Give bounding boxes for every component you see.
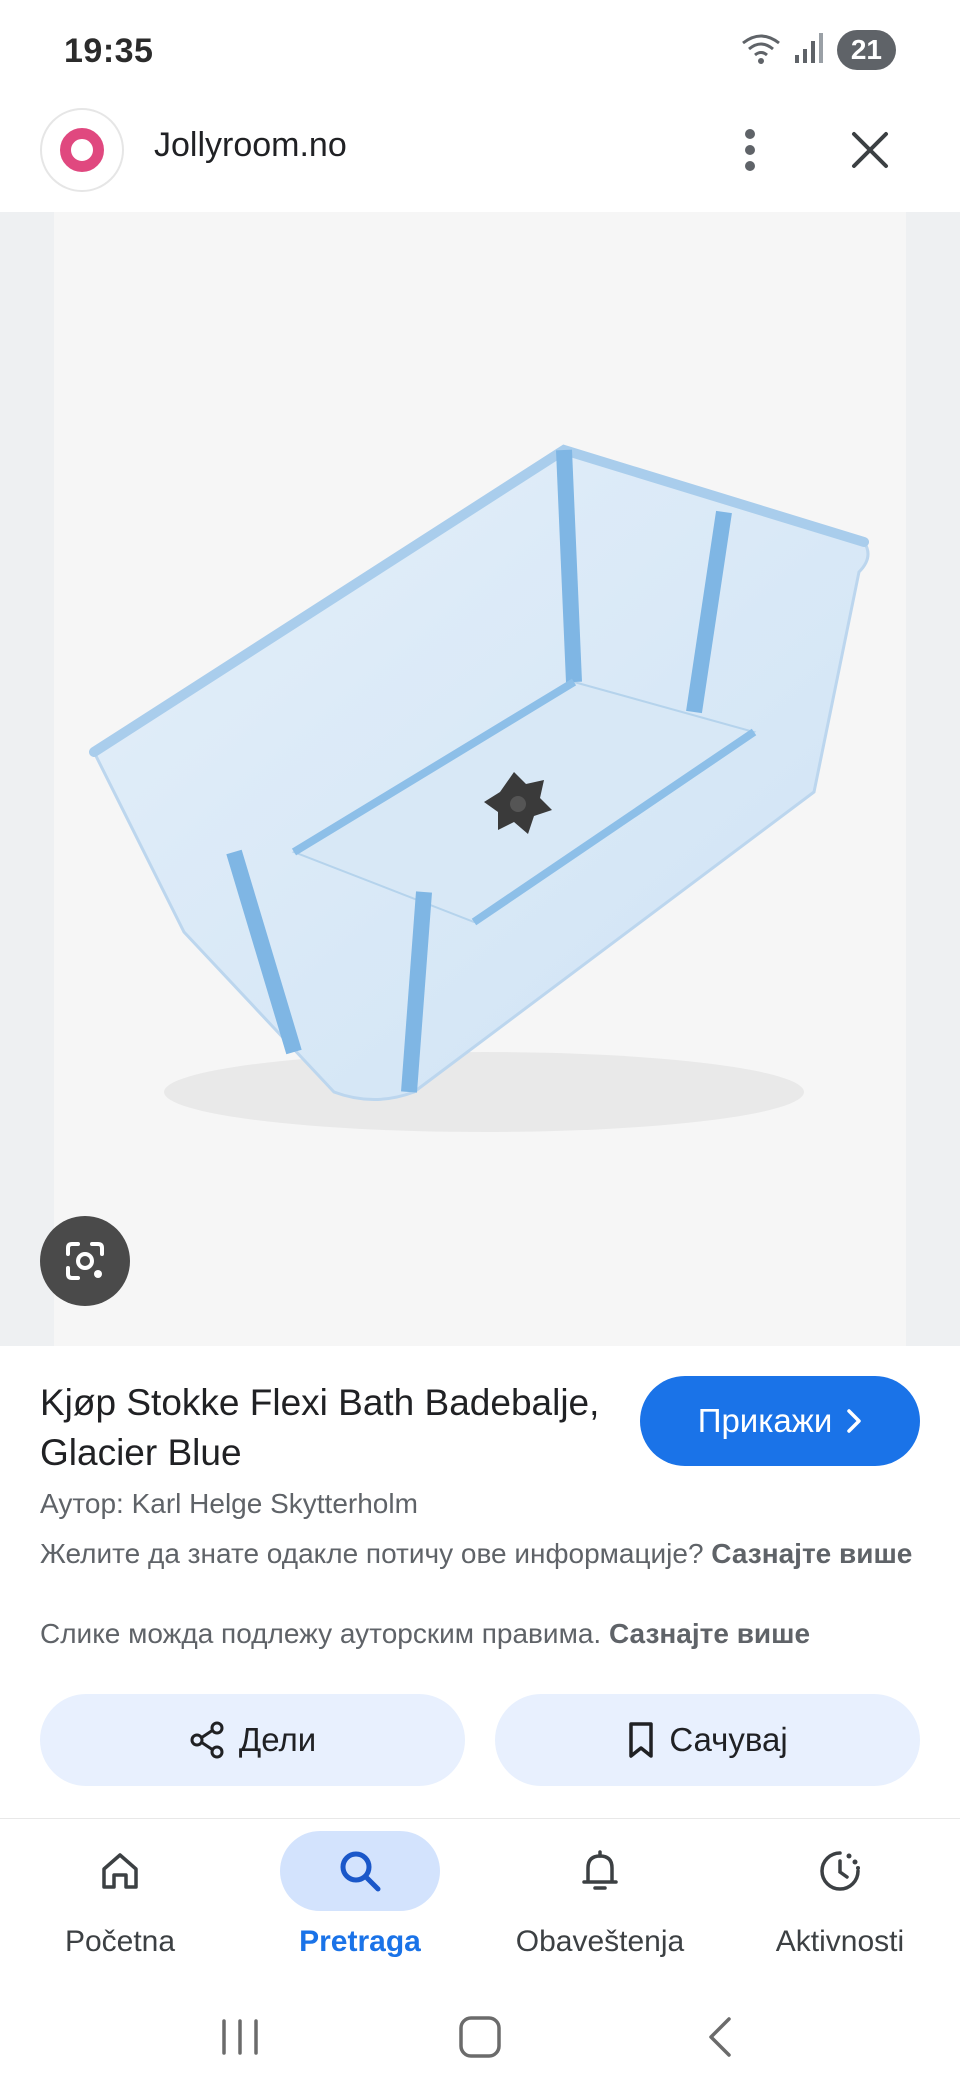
site-logo[interactable]: [40, 108, 124, 192]
home-icon: [102, 1853, 138, 1889]
copyright-notice: Слике можда подлежу ауторским правима.: [40, 1618, 602, 1649]
copyright-text: Слике можда подлежу ауторским правима. С…: [40, 1614, 920, 1654]
lens-icon: [66, 1242, 104, 1280]
bottom-nav: Početna Pretraga Obaveštenja Aktivnosti: [0, 1818, 960, 1994]
learn-more-link[interactable]: Сазнајте више: [711, 1538, 912, 1569]
nav-item-search[interactable]: Pretraga: [240, 1819, 480, 1994]
system-nav-bar: [0, 1994, 960, 2080]
battery-badge: 21: [836, 30, 896, 70]
home-square-icon: [459, 2016, 501, 2058]
image-panel: [0, 212, 960, 1346]
close-icon[interactable]: [842, 120, 898, 180]
info-question: Желите да знате одакле потичу ове информ…: [40, 1538, 704, 1569]
wifi-icon: [739, 31, 783, 70]
nav-item-notifications[interactable]: Obaveštenja: [480, 1819, 720, 1994]
activity-icon: [820, 1851, 860, 1891]
status-icons: 21: [739, 30, 896, 70]
nav-pill-notifications: [520, 1831, 680, 1911]
share-icon: [190, 1721, 224, 1759]
google-lens-button[interactable]: [40, 1216, 130, 1306]
site-name[interactable]: Jollyroom.no: [154, 126, 347, 165]
home-button[interactable]: [440, 2007, 520, 2067]
author-text: Аутор: Karl Helge Skytterholm: [40, 1488, 418, 1519]
nav-label-activity: Aktivnosti: [775, 1925, 905, 1958]
recent-apps-icon: [222, 2019, 258, 2055]
action-row: Дели Сачувај: [40, 1694, 920, 1786]
bell-icon: [582, 1850, 618, 1890]
chevron-right-icon: [847, 1409, 862, 1433]
nav-label-search: Pretraga: [299, 1925, 421, 1958]
search-icon: [340, 1851, 381, 1892]
nav-pill-activity: [760, 1831, 920, 1911]
share-button[interactable]: Дели: [40, 1694, 465, 1786]
nav-pill-search: [280, 1831, 440, 1911]
bookmark-icon: [629, 1722, 654, 1758]
more-options-icon[interactable]: [730, 120, 770, 180]
back-icon: [709, 2017, 731, 2057]
logo-ring-icon: [60, 128, 104, 172]
nav-label-home: Početna: [64, 1925, 176, 1958]
save-button[interactable]: Сачувај: [495, 1694, 920, 1786]
nav-label-notifications: Obaveštenja: [515, 1925, 685, 1958]
nav-item-activity[interactable]: Aktivnosti: [720, 1819, 960, 1994]
signal-icon: [793, 31, 827, 70]
status-bar: 19:35 21: [0, 0, 960, 104]
site-header: Jollyroom.no: [0, 104, 960, 212]
status-time: 19:35: [64, 32, 154, 70]
product-image[interactable]: [54, 212, 906, 1346]
nav-item-home[interactable]: Početna: [0, 1819, 240, 1994]
share-label: Дели: [238, 1721, 317, 1758]
learn-more-link-2[interactable]: Сазнајте више: [609, 1618, 810, 1649]
show-button[interactable]: Прикажи: [640, 1376, 920, 1466]
info-source-text: Желите да знате одакле потичу ове информ…: [40, 1534, 920, 1574]
back-button[interactable]: [680, 2007, 760, 2067]
nav-pill-home: [40, 1831, 200, 1911]
product-title[interactable]: Kjøp Stokke Flexi Bath Badebalje, Glacie…: [40, 1378, 600, 1478]
recent-apps-button[interactable]: [200, 2007, 280, 2067]
save-label: Сачувај: [669, 1721, 788, 1758]
show-button-label: Прикажи: [697, 1402, 833, 1439]
bathtub-image: [89, 444, 870, 1132]
